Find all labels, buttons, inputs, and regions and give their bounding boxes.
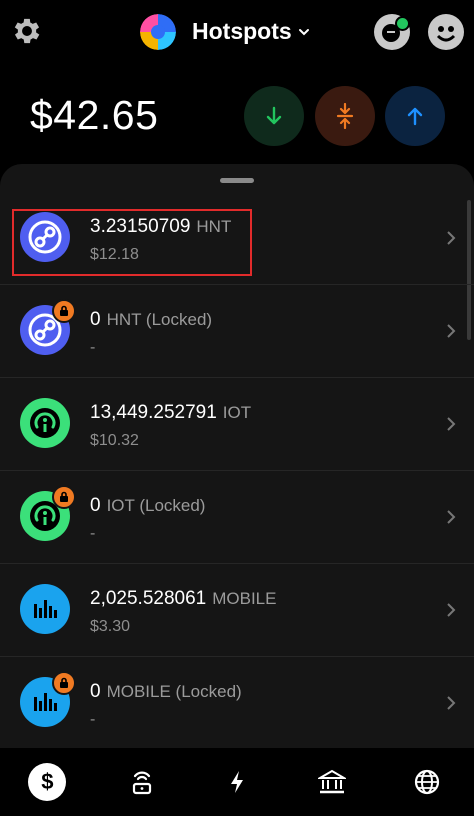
chevron-right-icon: [447, 231, 456, 245]
receive-button[interactable]: [244, 86, 304, 146]
token-value: -: [90, 339, 96, 356]
token-value: $10.32: [90, 432, 139, 449]
mobile-icon: [20, 584, 70, 634]
nav-wallet[interactable]: $: [25, 760, 69, 804]
token-amount-line: 2,025.528061 MOBILE: [90, 588, 276, 610]
chevron-right-icon: [447, 603, 456, 617]
token-symbol: MOBILE (Locked): [106, 682, 242, 701]
token-amount-line: 0 MOBILE (Locked): [90, 681, 242, 703]
token-symbol: IOT: [222, 403, 252, 422]
page-title: Hotspots: [192, 18, 292, 44]
iot-icon: [20, 398, 70, 448]
top-bar: Hotspots: [0, 0, 474, 64]
nav-governance[interactable]: [310, 760, 354, 804]
nav-browser[interactable]: [405, 760, 449, 804]
chevron-right-icon: [447, 324, 456, 338]
swap-icon: [336, 103, 354, 129]
nav-hotspots[interactable]: [120, 760, 164, 804]
token-amount: 0: [90, 681, 101, 702]
token-amount-line: 0 IOT (Locked): [90, 495, 205, 517]
lightning-icon: [230, 771, 243, 793]
token-amount: 0: [90, 309, 101, 330]
governance-icon: [317, 769, 346, 794]
token-row-hnt-locked[interactable]: 0 HNT (Locked) -: [0, 285, 474, 378]
token-list-sheet: 3.23150709 HNT $12.18 0 HNT (Locked) - 1…: [0, 164, 474, 748]
token-amount-line: 13,449.252791 IOT: [90, 402, 251, 424]
token-value: $12.18: [90, 246, 139, 263]
bottom-nav: $: [0, 748, 474, 816]
token-symbol: MOBILE: [212, 589, 277, 608]
token-value: -: [90, 711, 96, 728]
token-row-iot-locked[interactable]: 0 IOT (Locked) -: [0, 471, 474, 564]
token-row-hnt[interactable]: 3.23150709 HNT $12.18: [0, 192, 474, 285]
notification-icon[interactable]: [374, 14, 410, 50]
token-value: $3.30: [90, 618, 131, 635]
token-list: 3.23150709 HNT $12.18 0 HNT (Locked) - 1…: [0, 192, 474, 748]
token-row-mobile-locked[interactable]: 0 MOBILE (Locked) -: [0, 657, 474, 748]
chevron-right-icon: [447, 417, 456, 431]
total-balance: $42.65: [30, 92, 159, 138]
account-icon[interactable]: [428, 14, 464, 50]
arrow-up-icon: [407, 107, 423, 126]
swap-button[interactable]: [315, 86, 375, 146]
lock-icon: [52, 485, 76, 509]
lock-icon: [52, 299, 76, 323]
hotspot-icon: [133, 771, 152, 795]
nav-activity[interactable]: [215, 760, 259, 804]
token-amount: 13,449.252791: [90, 402, 217, 423]
token-symbol: HNT: [196, 217, 232, 236]
dollar-icon: $: [28, 763, 67, 801]
send-button[interactable]: [385, 86, 445, 146]
notification-badge: [395, 16, 410, 31]
account-switcher[interactable]: Hotspots: [192, 18, 310, 45]
token-row-mobile[interactable]: 2,025.528061 MOBILE $3.30: [0, 564, 474, 657]
token-amount: 2,025.528061: [90, 588, 207, 609]
wallet-logo-icon: [140, 14, 176, 50]
gear-icon[interactable]: [10, 14, 44, 48]
hnt-icon: [20, 212, 70, 262]
token-row-iot[interactable]: 13,449.252791 IOT $10.32: [0, 378, 474, 471]
token-amount-line: 3.23150709 HNT: [90, 216, 231, 238]
chevron-down-icon: [298, 28, 309, 35]
globe-icon: [414, 769, 439, 795]
sheet-drag-handle[interactable]: [220, 178, 254, 183]
token-amount: 3.23150709: [90, 216, 191, 237]
arrow-down-icon: [266, 106, 282, 125]
chevron-right-icon: [447, 696, 456, 710]
token-symbol: IOT (Locked): [106, 496, 206, 515]
token-value: -: [90, 525, 96, 542]
chevron-right-icon: [447, 510, 456, 524]
token-symbol: HNT (Locked): [106, 310, 213, 329]
token-amount-line: 0 HNT (Locked): [90, 309, 212, 331]
lock-icon: [52, 671, 76, 695]
token-amount: 0: [90, 495, 101, 516]
